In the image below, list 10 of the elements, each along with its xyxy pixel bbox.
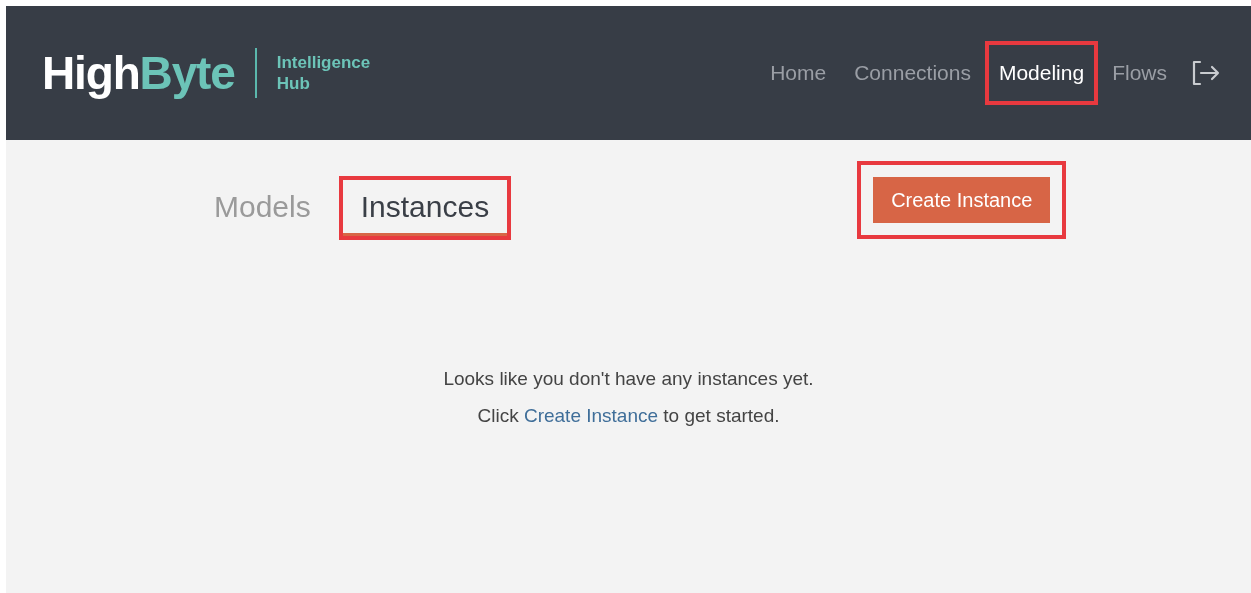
tab[interactable]: Models xyxy=(196,180,329,236)
nav-link[interactable]: Connections xyxy=(844,45,981,101)
logout-icon[interactable] xyxy=(1191,60,1221,86)
empty-state-message: Looks like you don't have any instances yet. xyxy=(443,367,814,391)
create-instance-button[interactable]: Create Instance xyxy=(873,177,1051,223)
nav-link[interactable]: Home xyxy=(760,45,837,101)
create-instance-link[interactable]: Create Instance xyxy=(523,404,659,426)
get-started-hint: Click Create Instance to get started. xyxy=(477,403,780,428)
nav-link[interactable]: Flows xyxy=(1102,45,1177,101)
product-name: Intelligence Hub xyxy=(276,52,372,94)
